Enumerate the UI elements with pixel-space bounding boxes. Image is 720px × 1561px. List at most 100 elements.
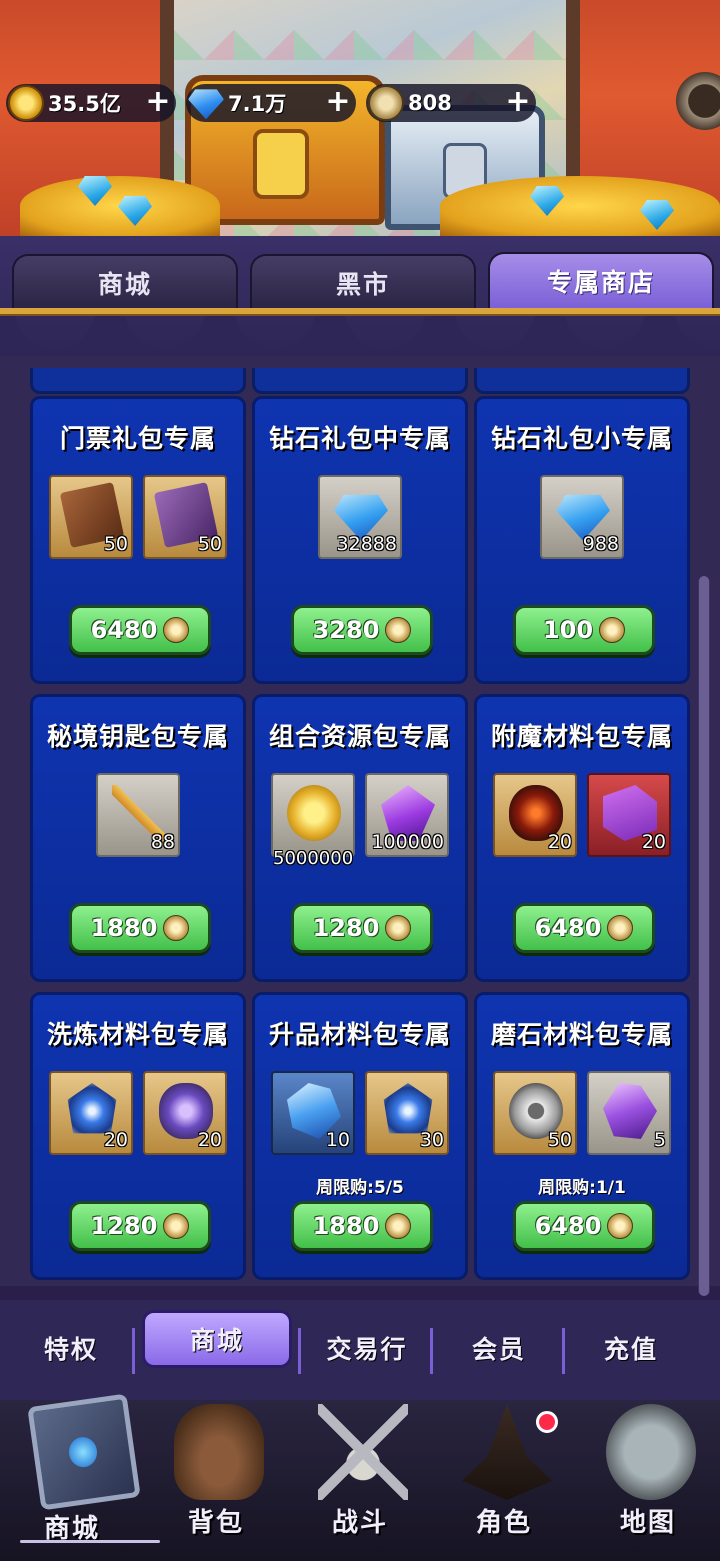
currency-diamond: 7.1万 + <box>186 84 356 122</box>
tab-exclusive-shop[interactable]: 专属商店 <box>488 252 714 310</box>
spellbook-icon <box>27 1393 141 1511</box>
card-title: 组合资源包专属 <box>268 722 451 751</box>
keyhole-icon <box>253 129 309 199</box>
backpack-icon <box>174 1404 264 1500</box>
card-title: 磨石材料包专属 <box>490 1020 673 1049</box>
buy-button[interactable]: 100 <box>513 605 655 655</box>
add-gold-button[interactable]: + <box>144 87 172 117</box>
item-slot[interactable]: 988 <box>540 475 624 559</box>
item-slot[interactable]: 50 <box>49 475 133 559</box>
buy-button[interactable]: 1880 <box>291 1201 433 1251</box>
gold-trim-divider <box>0 308 720 314</box>
sub-navigation: 特权 商城 交易行 会员 充值 <box>0 1300 720 1400</box>
shop-card[interactable]: 钻石礼包小专属 988 100 <box>474 396 690 684</box>
currency-gold: 35.5亿 + <box>6 84 176 122</box>
nav-backpack[interactable]: 背包 <box>144 1400 288 1561</box>
price-value: 6480 <box>534 914 602 942</box>
item-quantity: 20 <box>641 831 666 853</box>
item-slot[interactable]: 32888 <box>318 475 402 559</box>
shop-card[interactable]: 钻石礼包中专属 32888 3280 <box>252 396 468 684</box>
scrollbar[interactable] <box>698 576 710 1296</box>
item-quantity: 88 <box>150 831 175 853</box>
subnav-mall[interactable]: 商城 <box>142 1310 292 1368</box>
item-quantity: 20 <box>103 1129 128 1151</box>
notification-dot <box>536 1411 558 1433</box>
item-slot[interactable]: 5000000 <box>271 773 355 869</box>
gold-coin-icon <box>8 85 44 121</box>
buy-button[interactable]: 1280 <box>69 1201 211 1251</box>
divider <box>430 1328 433 1374</box>
item-slot[interactable]: 20 <box>493 773 577 857</box>
buy-button[interactable]: 1880 <box>69 903 211 953</box>
nav-shop[interactable]: 商城 <box>0 1393 144 1561</box>
nav-map[interactable]: 地图 <box>576 1400 720 1561</box>
medal-coin-icon <box>163 617 190 643</box>
item-slot[interactable]: 20 <box>49 1071 133 1155</box>
item-quantity: 5 <box>653 1129 666 1151</box>
item-slot[interactable]: 50 <box>143 475 227 559</box>
nav-label: 背包 <box>187 1508 244 1538</box>
crossed-swords-skull-icon <box>318 1404 408 1500</box>
item-quantity: 5000000 <box>273 848 354 869</box>
shop-grid[interactable]: 门票礼包专属 50 50 6480 钻石礼包中专属 32888 3280 钻石礼… <box>0 356 720 1286</box>
medal-amount: 808 <box>408 91 452 115</box>
card-title: 洗炼材料包专属 <box>46 1020 229 1049</box>
shop-card[interactable]: 附魔材料包专属 20 20 6480 <box>474 694 690 982</box>
add-medal-button[interactable]: + <box>504 87 532 117</box>
medal-coin-icon <box>385 617 412 643</box>
tab-black-market[interactable]: 黑市 <box>250 254 476 308</box>
diamond-amount: 7.1万 <box>228 92 287 116</box>
card-title: 附魔材料包专属 <box>490 722 673 751</box>
medal-coin-icon <box>385 915 412 941</box>
subnav-recharge[interactable]: 充值 <box>566 1330 696 1366</box>
amethyst-icon <box>603 1083 657 1139</box>
subnav-trading[interactable]: 交易行 <box>302 1330 432 1366</box>
tab-mall[interactable]: 商城 <box>12 254 238 308</box>
divider <box>132 1328 135 1374</box>
medal-coin-icon <box>163 915 190 941</box>
item-slot[interactable]: 50 <box>493 1071 577 1155</box>
buy-button[interactable]: 3280 <box>291 605 433 655</box>
item-slot[interactable]: 5 <box>587 1071 671 1155</box>
price-value: 6480 <box>534 1212 602 1240</box>
price-value: 1280 <box>312 914 380 942</box>
price-value: 6480 <box>90 616 158 644</box>
item-slot[interactable]: 20 <box>143 1071 227 1155</box>
shop-card[interactable]: 洗炼材料包专属 20 20 1280 <box>30 992 246 1280</box>
nav-battle[interactable]: 战斗 <box>288 1400 432 1561</box>
add-diamond-button[interactable]: + <box>324 87 352 117</box>
card-title: 升品材料包专属 <box>268 1020 451 1049</box>
divider <box>562 1328 565 1374</box>
shop-card[interactable]: 磨石材料包专属 50 5 周限购:1/1 6480 <box>474 992 690 1280</box>
shop-card[interactable]: 升品材料包专属 10 30 周限购:5/5 1880 <box>252 992 468 1280</box>
coin-pile-image <box>440 176 720 236</box>
buy-button[interactable]: 6480 <box>69 605 211 655</box>
item-slot[interactable]: 88 <box>96 773 180 857</box>
card-title: 钻石礼包小专属 <box>490 424 673 453</box>
medal-coin-icon <box>599 617 626 643</box>
shop-card[interactable]: 秘境钥匙包专属 88 1880 <box>30 694 246 982</box>
item-quantity: 50 <box>547 1129 572 1151</box>
item-quantity: 20 <box>197 1129 222 1151</box>
shop-banner: 35.5亿 + 7.1万 + 808 + <box>0 0 720 236</box>
subnav-privilege[interactable]: 特权 <box>6 1330 136 1366</box>
item-slot[interactable]: 10 <box>271 1071 355 1155</box>
buy-button[interactable]: 6480 <box>513 903 655 953</box>
item-slot[interactable]: 100000 <box>365 773 449 857</box>
buy-button[interactable]: 6480 <box>513 1201 655 1251</box>
item-quantity: 988 <box>582 533 619 555</box>
subnav-membership[interactable]: 会员 <box>434 1330 564 1366</box>
scrollbar-thumb[interactable] <box>699 576 709 1296</box>
item-quantity: 30 <box>419 1129 444 1151</box>
previous-card-edge <box>252 368 468 394</box>
orb-button[interactable] <box>676 72 720 130</box>
item-slot[interactable]: 30 <box>365 1071 449 1155</box>
active-nav-underline <box>20 1540 160 1543</box>
buy-button[interactable]: 1280 <box>291 903 433 953</box>
shop-card[interactable]: 门票礼包专属 50 50 6480 <box>30 396 246 684</box>
price-value: 100 <box>542 616 594 644</box>
gold-amount: 35.5亿 <box>48 92 121 116</box>
item-slot[interactable]: 20 <box>587 773 671 857</box>
shop-card[interactable]: 组合资源包专属 5000000 100000 1280 <box>252 694 468 982</box>
item-quantity: 10 <box>325 1129 350 1151</box>
